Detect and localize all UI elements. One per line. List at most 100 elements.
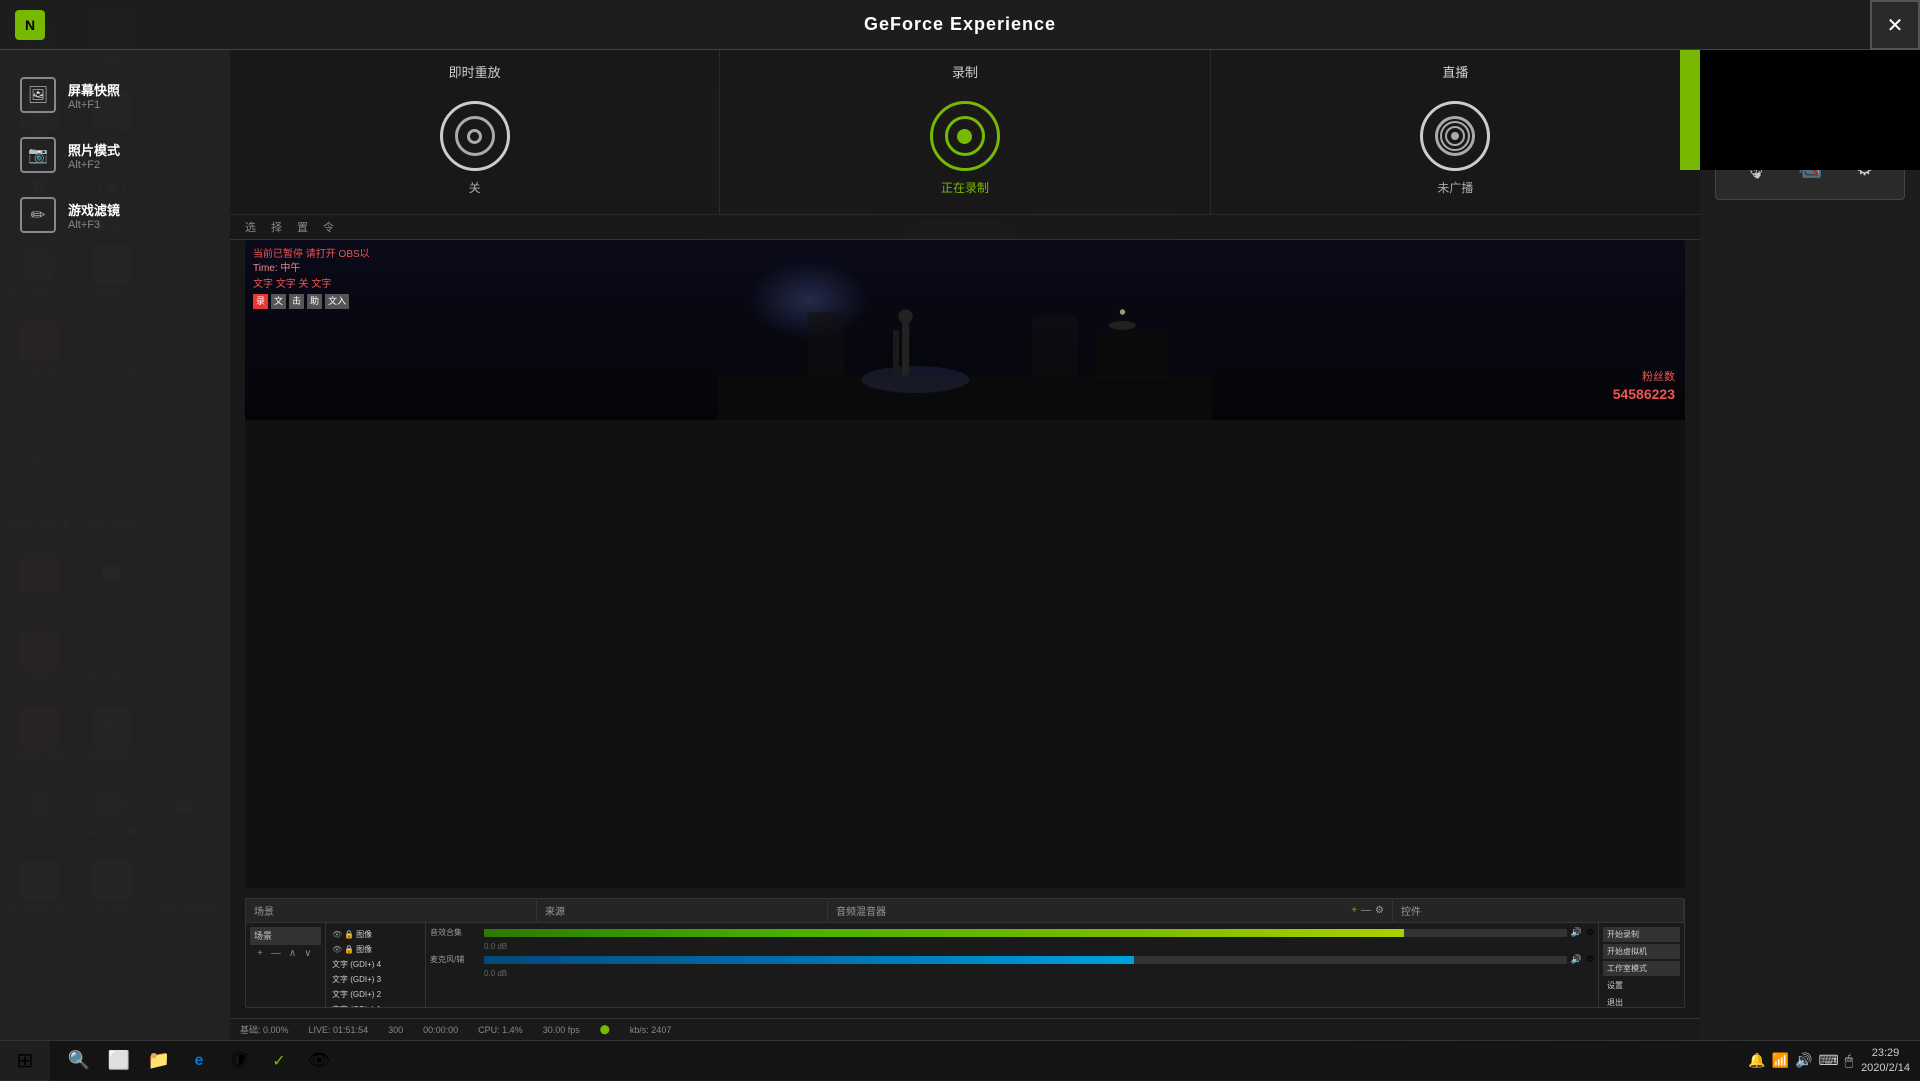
systray-icon-5[interactable]: 🖱 — [1845, 1052, 1853, 1069]
photomode-shortcut: Alt+F2 — [68, 159, 120, 171]
sources-label: 来源 — [545, 903, 565, 918]
obs-scene-controls: + — ∧ ∨ — [250, 944, 321, 962]
source-lock[interactable]: 🔒 — [344, 930, 354, 939]
screenshot-label: 屏幕快照 — [68, 80, 120, 99]
tab-recording[interactable]: 录制 正在录制 — [720, 50, 1210, 214]
obs-track-sfx: 音效合集 🔊 ⚙ — [430, 927, 1594, 938]
photomode-icon: 📷 — [20, 137, 56, 173]
tab-instant-replay[interactable]: 即时重放 关 — [230, 50, 720, 214]
obs-header-scenes: 场景 — [246, 899, 537, 922]
source-eye-2[interactable]: 👁 — [332, 945, 342, 954]
mixer-label: 音频混音器 — [836, 903, 886, 918]
start-button[interactable]: ⊞ — [0, 1041, 50, 1081]
track-sfx-label: 音效合集 — [430, 927, 480, 938]
toolbar-item-1: 选 — [245, 219, 256, 235]
status-frames: 基础: 0.00% — [240, 1023, 289, 1036]
instant-replay-status: 关 — [469, 179, 481, 196]
start-icon: ⊞ — [17, 1048, 34, 1073]
scene-down-btn[interactable]: ∨ — [301, 947, 314, 960]
recording-status: 正在录制 — [941, 179, 989, 196]
taskbar-checked[interactable]: ✓ — [260, 1041, 298, 1081]
taskbar-systray: 🔔 📶 🔊 ⌨ 🖱 — [1748, 1052, 1853, 1069]
mixer-remove[interactable]: — — [1361, 905, 1371, 916]
scene-remove-btn[interactable]: — — [268, 947, 284, 960]
overlay-line-2: Time: 中午 — [253, 262, 370, 276]
preview-dark-scene — [245, 240, 1685, 420]
obs-studio-mode[interactable]: 工作室模式 — [1603, 961, 1680, 976]
obs-source-text1[interactable]: 文字 (GDI+) 1 — [330, 1002, 421, 1008]
tab-broadcast[interactable]: 直播 未广播 — [1211, 50, 1700, 214]
screenshot-shortcut: Alt+F1 — [68, 99, 120, 111]
taskbar-eye[interactable]: 👁 — [300, 1041, 338, 1081]
source-lock-2[interactable]: 🔒 — [344, 945, 354, 954]
taskbar-search[interactable]: 🔍 — [60, 1041, 98, 1081]
controls-label: 控件 — [1401, 903, 1421, 918]
systray-icon-3[interactable]: 🔊 — [1795, 1052, 1812, 1069]
track-sfx-volume[interactable]: 🔊 — [1571, 927, 1582, 938]
menu-item-screenshot-text: 屏幕快照 Alt+F1 — [68, 80, 120, 111]
scenes-label: 场景 — [254, 903, 274, 918]
obs-panel: 场景 来源 音频混音器 + — ⚙ 控件 — [245, 898, 1685, 1008]
gfe-right-panel: 🎬 图库 🎙 📹 | ⚙ — [1700, 50, 1920, 1040]
obs-statusbar: 基础: 0.00% LIVE: 01:51:54 300 00:00:00 CP… — [230, 1018, 1700, 1040]
status-res: 300 — [388, 1025, 403, 1035]
source-eye[interactable]: 👁 — [332, 930, 342, 939]
instant-replay-label: 即时重放 — [449, 50, 501, 86]
obs-source-text3[interactable]: 文字 (GDI+) 3 — [330, 972, 421, 987]
obs-exit[interactable]: 退出 — [1603, 995, 1680, 1008]
obs-track-mic: 麦克风/辅 🔊 ⚙ — [430, 954, 1594, 965]
preview-overlay-warning: 当前已暂停 请打开 OBS以 Time: 中午 文字 文字 关 文字 录 文 击… — [253, 248, 370, 309]
systray-icon-1[interactable]: 🔔 — [1748, 1052, 1765, 1069]
status-time: 00:00:00 — [423, 1025, 458, 1035]
overlay-buttons: 录 文 击 助 文入 — [253, 294, 370, 309]
stats-label: 粉丝数 — [1613, 370, 1675, 385]
systray-icon-4[interactable]: ⌨ — [1818, 1052, 1838, 1069]
menu-item-screenshot[interactable]: 🖼 屏幕快照 Alt+F1 — [0, 65, 230, 125]
broadcast-label: 直播 — [1442, 50, 1468, 86]
taskbar-edge[interactable]: e — [180, 1041, 218, 1081]
obs-header-mixer: 音频混音器 + — ⚙ — [828, 899, 1393, 922]
track-sfx-fill — [484, 929, 1404, 937]
preview-toolbar: 选 择 置 令 — [230, 215, 1700, 240]
broadcast-circle[interactable] — [1420, 101, 1490, 171]
obs-source-text2[interactable]: 文字 (GDI+) 2 — [330, 987, 421, 1002]
systray-icon-2[interactable]: 📶 — [1772, 1052, 1789, 1069]
obs-start-virtual[interactable]: 开始虚拟机 — [1603, 944, 1680, 959]
scene-add-btn[interactable]: + — [254, 947, 266, 960]
recording-tabs: 即时重放 关 录制 正在录制 — [230, 50, 1700, 215]
taskbar-pinned-icons: 🔍 ⬜ 📁 e 🛡 ✓ 👁 — [60, 1041, 338, 1081]
menu-item-photomode-text: 照片模式 Alt+F2 — [68, 140, 120, 171]
clock-date: 2020/2/14 — [1861, 1061, 1910, 1075]
taskbar-shield[interactable]: 🛡 — [220, 1041, 258, 1081]
track-sfx-bar — [484, 929, 1567, 937]
obs-settings[interactable]: 设置 — [1603, 978, 1680, 993]
obs-scene-item-1[interactable]: 场景 — [250, 927, 321, 944]
recording-circle[interactable] — [930, 101, 1000, 171]
scene-up-btn[interactable]: ∧ — [286, 947, 299, 960]
mixer-settings[interactable]: ⚙ — [1375, 905, 1384, 916]
obs-source-text4[interactable]: 文字 (GDI+) 4 — [330, 957, 421, 972]
screenshot-icon: 🖼 — [20, 77, 56, 113]
obs-start-record[interactable]: 开始录制 — [1603, 927, 1680, 942]
menu-item-filters-text: 游戏滤镜 Alt+F3 — [68, 200, 120, 231]
mixer-add[interactable]: + — [1351, 905, 1357, 916]
instant-replay-circle[interactable] — [440, 101, 510, 171]
obs-controls-right: 开始录制 开始虚拟机 工作室模式 设置 退出 时长: 300ms — [1599, 923, 1684, 1007]
taskbar-clock[interactable]: 23:29 2020/2/14 — [1861, 1046, 1910, 1075]
recording-label: 录制 — [952, 50, 978, 86]
obs-header-controls: 控件 — [1393, 899, 1684, 922]
obs-source-image2[interactable]: 👁 🔒 图像 — [330, 942, 421, 957]
status-fps: 30.00 fps — [543, 1025, 580, 1035]
close-button[interactable]: ✕ — [1870, 0, 1920, 50]
track-mic-volume[interactable]: 🔊 — [1571, 954, 1582, 965]
gfe-titlebar: N GeForce Experience ✕ — [0, 0, 1920, 50]
track-mic-settings[interactable]: ⚙ — [1586, 954, 1594, 965]
obs-mixer-panel: 音效合集 🔊 ⚙ 0.0 dB 麦克风/辅 — [426, 923, 1599, 1007]
taskbar-files[interactable]: 📁 — [140, 1041, 178, 1081]
track-sfx-settings[interactable]: ⚙ — [1586, 927, 1594, 938]
menu-item-photomode[interactable]: 📷 照片模式 Alt+F2 — [0, 125, 230, 185]
menu-item-filters[interactable]: ✏ 游戏滤镜 Alt+F3 — [0, 185, 230, 245]
obs-source-image1[interactable]: 👁 🔒 图像 — [330, 927, 421, 942]
clock-time: 23:29 — [1861, 1046, 1910, 1060]
taskbar-taskview[interactable]: ⬜ — [100, 1041, 138, 1081]
